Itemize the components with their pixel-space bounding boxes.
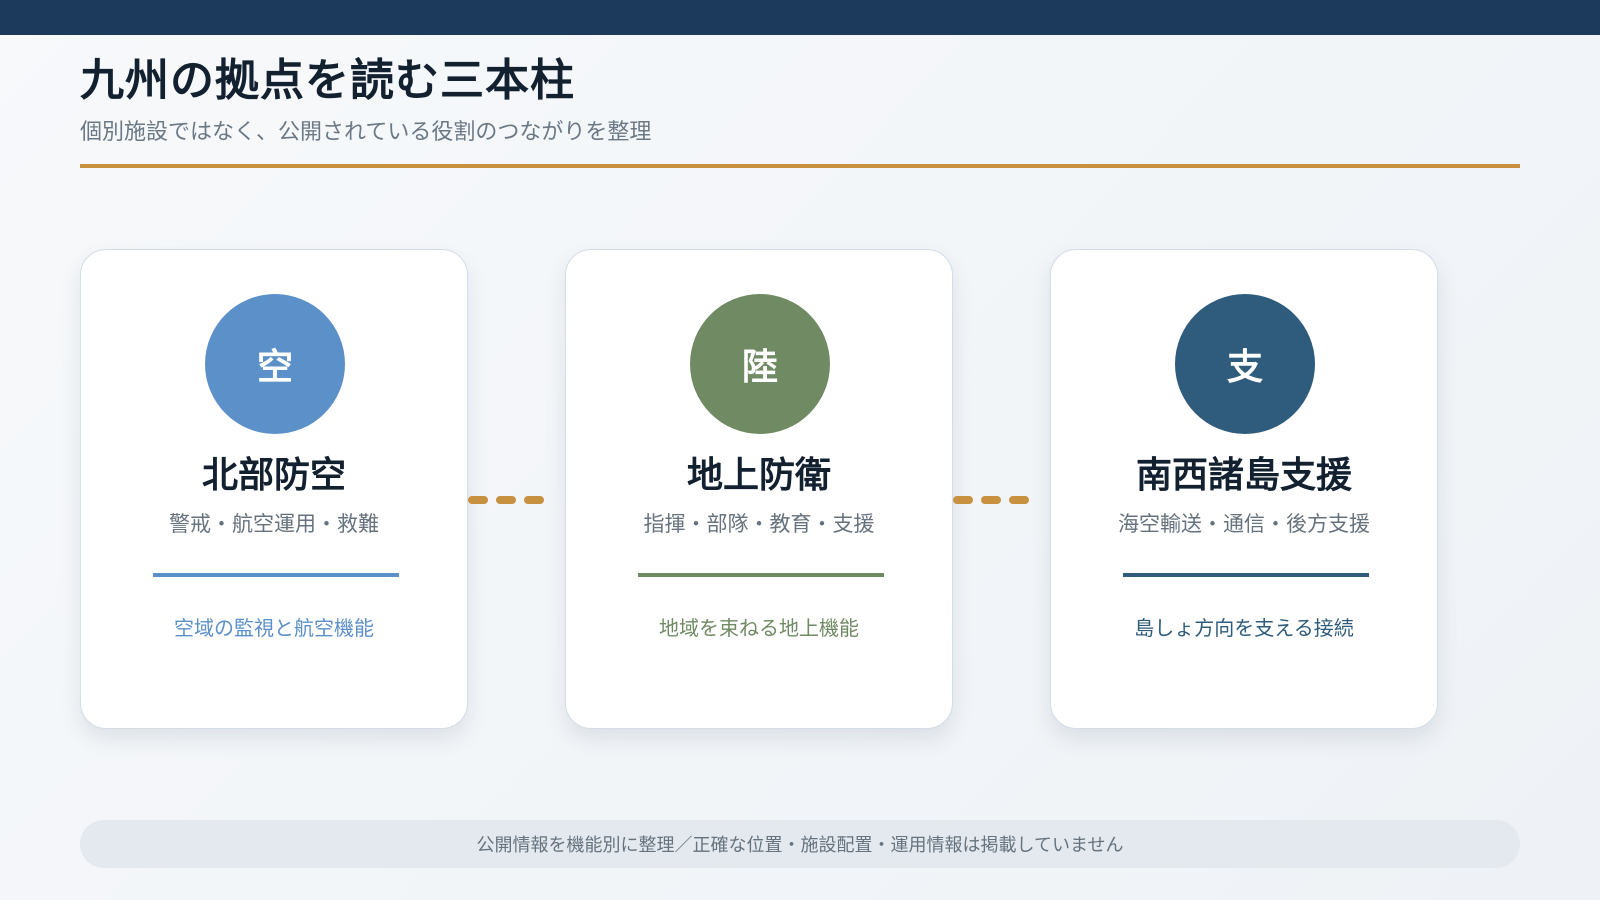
title-divider	[80, 164, 1520, 168]
support-badge-icon: 支	[1175, 294, 1315, 434]
card-divider	[1123, 573, 1369, 577]
card-caption: 島しょ方向を支える接続	[1134, 616, 1354, 640]
top-banner	[0, 0, 1600, 35]
card-title: 地上防衛	[686, 455, 831, 496]
footer-note-text: 公開情報を機能別に整理／正確な位置・施設配置・運用情報は掲載していません	[476, 835, 1124, 856]
card-caption: 空域の監視と航空機能	[174, 616, 374, 640]
card-title: 南西諸島支援	[1135, 455, 1352, 496]
card-caption: 地域を束ねる地上機能	[659, 616, 859, 640]
card-subtitle: 警戒・航空運用・救難	[169, 512, 379, 536]
card-subtitle: 指揮・部隊・教育・支援	[643, 512, 875, 536]
page-title: 九州の拠点を読む三本柱	[80, 55, 575, 106]
pillar-card-air: 空 北部防空 警戒・航空運用・救難 空域の監視と航空機能	[80, 249, 468, 729]
footer-note: 公開情報を機能別に整理／正確な位置・施設配置・運用情報は掲載していません	[80, 820, 1520, 868]
card-divider	[153, 573, 399, 577]
pillar-card-support: 支 南西諸島支援 海空輸送・通信・後方支援 島しょ方向を支える接続	[1050, 249, 1438, 729]
connector-dashed-1	[468, 496, 558, 504]
card-subtitle: 海空輸送・通信・後方支援	[1118, 512, 1370, 536]
card-title: 北部防空	[201, 455, 346, 496]
connector-dashed-2	[953, 496, 1043, 504]
ground-badge-icon: 陸	[690, 294, 830, 434]
air-badge-icon: 空	[205, 294, 345, 434]
page-subtitle: 個別施設ではなく、公開されている役割のつながりを整理	[80, 120, 652, 145]
card-divider	[638, 573, 884, 577]
pillar-card-ground: 陸 地上防衛 指揮・部隊・教育・支援 地域を束ねる地上機能	[565, 249, 953, 729]
